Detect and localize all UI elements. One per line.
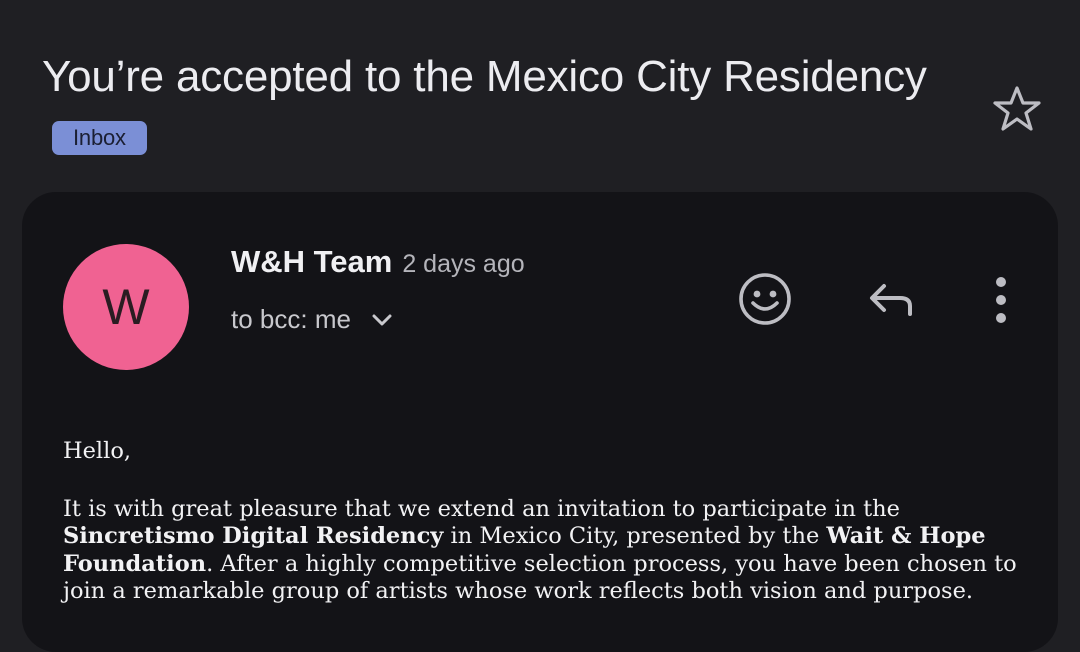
email-subject: You’re accepted to the Mexico City Resid…: [42, 46, 942, 170]
recipient-text: to bcc: me: [231, 304, 351, 334]
inbox-label-chip[interactable]: Inbox: [52, 121, 147, 155]
subject-header: You’re accepted to the Mexico City Resid…: [42, 46, 942, 170]
body-greeting: Hello,: [63, 438, 132, 464]
body-text: . After a highly competitive selection p…: [63, 550, 1017, 605]
more-vertical-icon: [996, 277, 1006, 323]
message-card: W W&H Team 2 days ago to bcc: me Hello, …: [22, 192, 1058, 652]
sent-time: 2 days ago: [402, 250, 525, 278]
reply-button[interactable]: [864, 272, 920, 328]
chevron-down-icon: [372, 314, 392, 325]
more-options-button[interactable]: [980, 272, 1022, 328]
sender-name[interactable]: W&H Team: [231, 244, 392, 279]
recipient-details-toggle[interactable]: to bcc: me: [231, 304, 395, 335]
star-icon[interactable]: [990, 82, 1044, 136]
avatar[interactable]: W: [63, 244, 189, 370]
add-reaction-button[interactable]: [736, 270, 794, 328]
emoji-icon: [739, 273, 791, 325]
avatar-initial: W: [102, 279, 150, 335]
body-bold-residency: Sincretismo Digital Residency: [63, 523, 444, 549]
email-subject-text: You’re accepted to the Mexico City Resid…: [42, 52, 927, 101]
body-text: It is with great pleasure that we extend…: [63, 495, 900, 522]
reply-icon: [870, 284, 912, 316]
body-paragraph: It is with great pleasure that we extend…: [63, 496, 1023, 606]
message-body: Hello, It is with great pleasure that we…: [63, 438, 1023, 606]
body-text: in Mexico City, presented by the: [443, 523, 827, 549]
sender-line: W&H Team 2 days ago: [231, 244, 525, 280]
